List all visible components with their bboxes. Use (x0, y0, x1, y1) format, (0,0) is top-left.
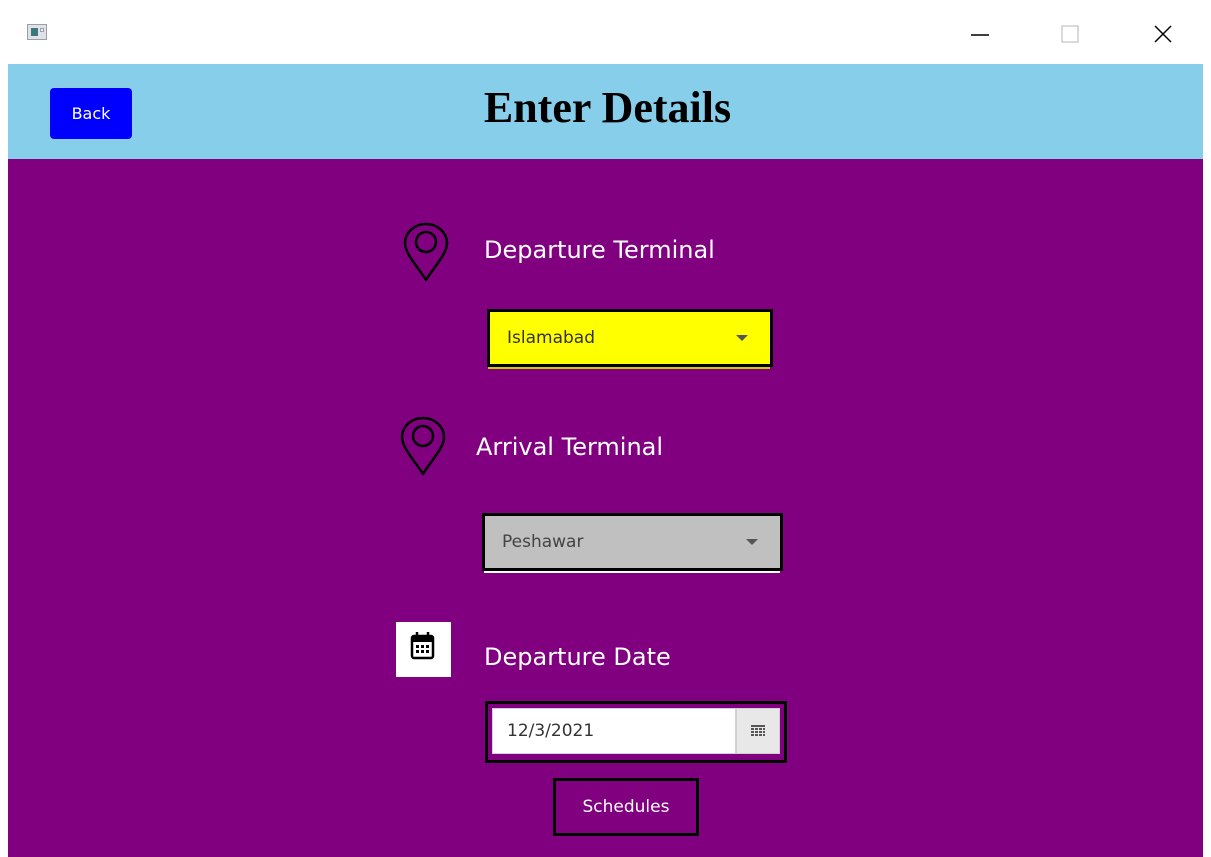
calendar-icon (396, 622, 451, 677)
schedules-button[interactable]: Schedules (553, 778, 699, 836)
departure-terminal-select[interactable]: Islamabad (487, 309, 773, 367)
departure-date-label: Departure Date (484, 643, 671, 671)
combo-underline (484, 571, 780, 573)
chevron-down-icon (736, 335, 748, 341)
close-icon (1154, 25, 1172, 43)
combo-underline (488, 367, 770, 369)
header-bar: Back Enter Details (8, 64, 1203, 159)
departure-terminal-value: Islamabad (507, 328, 595, 348)
minimize-icon (971, 34, 989, 36)
arrival-terminal-select[interactable]: Peshawar (482, 513, 783, 571)
departure-date-input[interactable] (492, 708, 736, 754)
departure-terminal-label: Departure Terminal (484, 236, 715, 264)
minimize-button[interactable] (955, 14, 1005, 54)
maximize-icon (1061, 25, 1079, 43)
title-bar (0, 0, 1211, 64)
map-pin-icon (400, 416, 446, 476)
map-pin-icon (403, 222, 449, 282)
calendar-grid-icon (751, 725, 765, 736)
app-window: Back Enter Details Departure Terminal Is… (8, 64, 1203, 857)
page-title: Enter Details (483, 83, 732, 132)
departure-date-picker (485, 701, 787, 763)
chevron-down-icon (746, 539, 758, 545)
arrival-terminal-label: Arrival Terminal (476, 433, 664, 461)
app-window-icon (27, 24, 47, 40)
arrival-terminal-value: Peshawar (502, 532, 584, 552)
close-button[interactable] (1138, 14, 1188, 54)
date-picker-button[interactable] (736, 708, 780, 754)
maximize-button[interactable] (1045, 14, 1095, 54)
